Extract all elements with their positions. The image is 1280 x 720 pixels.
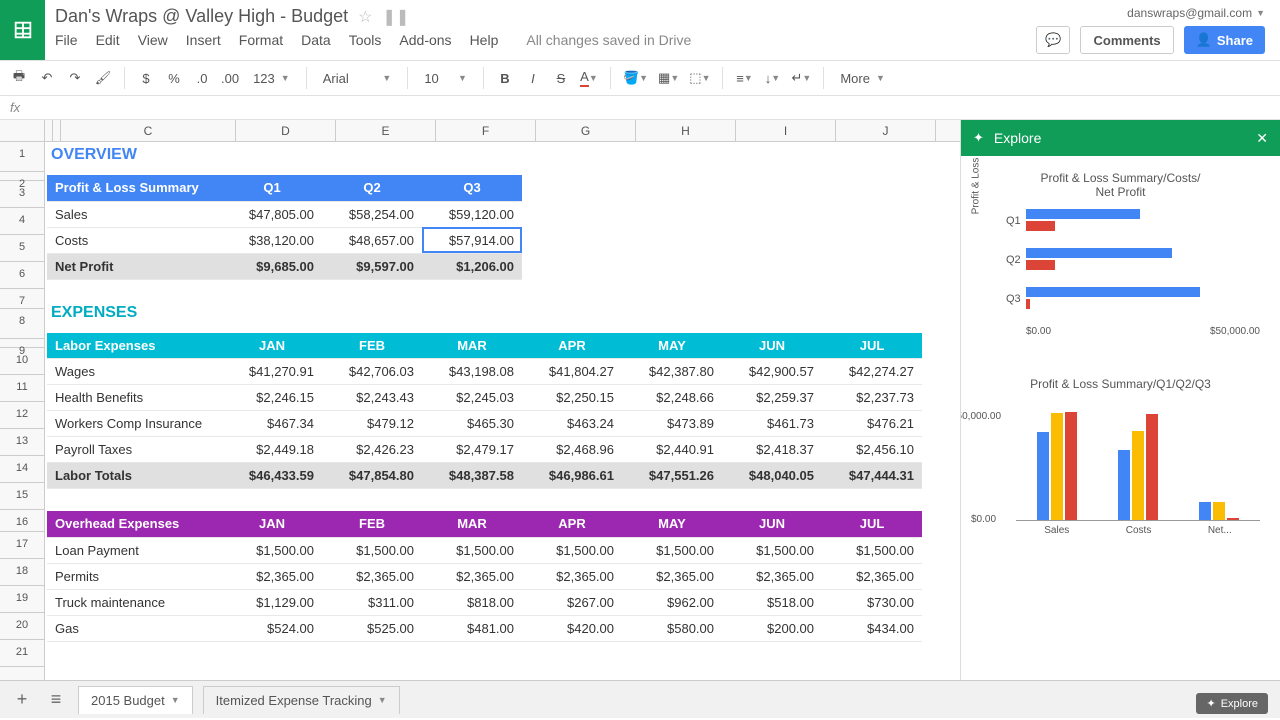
menu-tools[interactable]: Tools xyxy=(349,32,382,48)
font-dropdown[interactable]: Arial ▼ xyxy=(317,71,398,86)
menu-file[interactable]: File xyxy=(55,32,78,48)
bold-icon[interactable]: B xyxy=(494,66,516,90)
explore-panel: ✦ Explore ✕ Profit & Loss Summary/Costs/… xyxy=(960,120,1280,680)
explore-icon: ✦ xyxy=(1206,697,1215,710)
col-header[interactable] xyxy=(53,120,61,141)
select-all-corner[interactable] xyxy=(0,120,45,141)
print-icon[interactable]: 🖶 xyxy=(8,66,30,90)
row-header[interactable]: 11 xyxy=(0,375,44,402)
menu-data[interactable]: Data xyxy=(301,32,331,48)
menu-addons[interactable]: Add-ons xyxy=(399,32,451,48)
col-header[interactable]: E xyxy=(336,120,436,141)
close-icon[interactable]: ✕ xyxy=(1256,130,1268,147)
row-header[interactable]: 4 xyxy=(0,208,44,235)
overview-title: OVERVIEW xyxy=(45,142,960,166)
menu-view[interactable]: View xyxy=(138,32,168,48)
col-header[interactable]: I xyxy=(736,120,836,141)
italic-icon[interactable]: I xyxy=(522,66,544,90)
all-sheets-icon[interactable]: ≡ xyxy=(44,689,68,710)
profit-loss-table: Profit & Loss SummaryQ1Q2Q3Sales$47,805.… xyxy=(47,175,522,280)
increase-decimal-icon[interactable]: .00 xyxy=(219,66,241,90)
col-header[interactable]: H xyxy=(636,120,736,141)
v-align-icon[interactable]: ↓ ▼ xyxy=(761,66,783,90)
col-header[interactable]: C xyxy=(61,120,236,141)
star-icon[interactable]: ☆ xyxy=(358,7,372,27)
explore-fab[interactable]: ✦Explore xyxy=(1196,693,1268,714)
row-header[interactable]: 19 xyxy=(0,586,44,613)
column-headers: C D E F G H I J xyxy=(0,120,960,142)
currency-icon[interactable]: $ xyxy=(135,66,157,90)
person-add-icon: 👤 xyxy=(1196,32,1212,48)
col-header[interactable]: D xyxy=(236,120,336,141)
strikethrough-icon[interactable]: S xyxy=(550,66,572,90)
explore-icon: ✦ xyxy=(973,130,984,146)
font-size-dropdown[interactable]: 10 ▼ xyxy=(418,71,473,86)
folder-icon[interactable]: ❚❚ xyxy=(383,7,410,27)
row-header[interactable]: 16 xyxy=(0,510,44,532)
fill-color-icon[interactable]: 🪣 ▼ xyxy=(621,66,650,90)
number-format-dropdown[interactable]: 123 ▼ xyxy=(247,71,296,86)
merge-cells-icon[interactable]: ⬚ ▼ xyxy=(687,66,712,90)
explore-chart-1[interactable]: Profit & Loss Summary/Costs/ Net Profit … xyxy=(981,171,1260,337)
row-header[interactable]: 20 xyxy=(0,613,44,640)
row-header[interactable]: 2 xyxy=(0,172,44,181)
explore-chart-2[interactable]: Profit & Loss Summary/Q1/Q2/Q3 $50,000.0… xyxy=(981,377,1260,536)
menu-insert[interactable]: Insert xyxy=(186,32,221,48)
row-header[interactable]: 3 xyxy=(0,181,44,208)
sheet-tab-bar: + ≡ 2015 Budget▼ Itemized Expense Tracki… xyxy=(0,680,1280,718)
labor-expenses-table: Labor ExpensesJANFEBMARAPRMAYJUNJULWages… xyxy=(47,333,922,490)
row-header[interactable]: 1 xyxy=(0,142,44,172)
row-header[interactable]: 9 xyxy=(0,339,44,348)
row-header[interactable]: 15 xyxy=(0,483,44,510)
menu-edit[interactable]: Edit xyxy=(96,32,120,48)
doc-title[interactable]: Dan's Wraps @ Valley High - Budget xyxy=(55,6,348,27)
row-header[interactable]: 7 xyxy=(0,289,44,309)
explore-title: Explore xyxy=(994,130,1041,146)
text-color-icon[interactable]: A ▼ xyxy=(578,66,600,90)
col-header[interactable]: J xyxy=(836,120,936,141)
percent-icon[interactable]: % xyxy=(163,66,185,90)
sheets-logo[interactable] xyxy=(0,0,45,60)
row-header[interactable]: 21 xyxy=(0,640,44,667)
row-header[interactable]: 17 xyxy=(0,532,44,559)
fx-label: fx xyxy=(10,100,20,115)
row-header[interactable]: 14 xyxy=(0,456,44,483)
row-header[interactable]: 8 xyxy=(0,309,44,339)
formula-input[interactable] xyxy=(35,100,1270,115)
decrease-decimal-icon[interactable]: .0 xyxy=(191,66,213,90)
col-header[interactable] xyxy=(45,120,53,141)
menu-help[interactable]: Help xyxy=(470,32,499,48)
h-align-icon[interactable]: ≡ ▼ xyxy=(733,66,755,90)
col-header[interactable]: F xyxy=(436,120,536,141)
expenses-title: EXPENSES xyxy=(45,300,960,324)
menu-format[interactable]: Format xyxy=(239,32,283,48)
borders-icon[interactable]: ▦ ▼ xyxy=(656,66,681,90)
wrap-icon[interactable]: ↵ ▼ xyxy=(789,66,813,90)
col-header[interactable]: G xyxy=(536,120,636,141)
account-menu[interactable]: danswraps@gmail.com▼ xyxy=(1127,6,1265,20)
row-header[interactable]: 18 xyxy=(0,559,44,586)
more-dropdown[interactable]: More ▼ xyxy=(834,71,891,86)
paint-format-icon[interactable]: 🖌 xyxy=(92,66,114,90)
row-header[interactable]: 13 xyxy=(0,429,44,456)
share-button[interactable]: 👤Share xyxy=(1184,26,1265,54)
row-header[interactable]: 5 xyxy=(0,235,44,262)
sheet-tab[interactable]: Itemized Expense Tracking▼ xyxy=(203,686,400,714)
undo-icon[interactable]: ↶ xyxy=(36,66,58,90)
chat-icon[interactable]: 💬 xyxy=(1036,26,1070,54)
toolbar: 🖶 ↶ ↷ 🖌 $ % .0 .00 123 ▼ Arial ▼ 10 ▼ B … xyxy=(0,60,1280,96)
overhead-expenses-table: Overhead ExpensesJANFEBMARAPRMAYJUNJULLo… xyxy=(47,511,922,642)
add-sheet-icon[interactable]: + xyxy=(10,689,34,710)
comments-button[interactable]: Comments xyxy=(1080,26,1173,54)
sheet-tab-active[interactable]: 2015 Budget▼ xyxy=(78,686,193,714)
row-headers: 1 2 3 4 5 6 7 8 9 10 11 12 13 14 15 16 1… xyxy=(0,142,45,680)
save-status: All changes saved in Drive xyxy=(526,32,691,48)
menu-bar: File Edit View Insert Format Data Tools … xyxy=(55,32,1026,48)
row-header[interactable]: 12 xyxy=(0,402,44,429)
cell-grid[interactable]: OVERVIEW Profit & Loss SummaryQ1Q2Q3Sale… xyxy=(45,142,960,680)
row-header[interactable]: 6 xyxy=(0,262,44,289)
redo-icon[interactable]: ↷ xyxy=(64,66,86,90)
row-header[interactable]: 10 xyxy=(0,348,44,375)
